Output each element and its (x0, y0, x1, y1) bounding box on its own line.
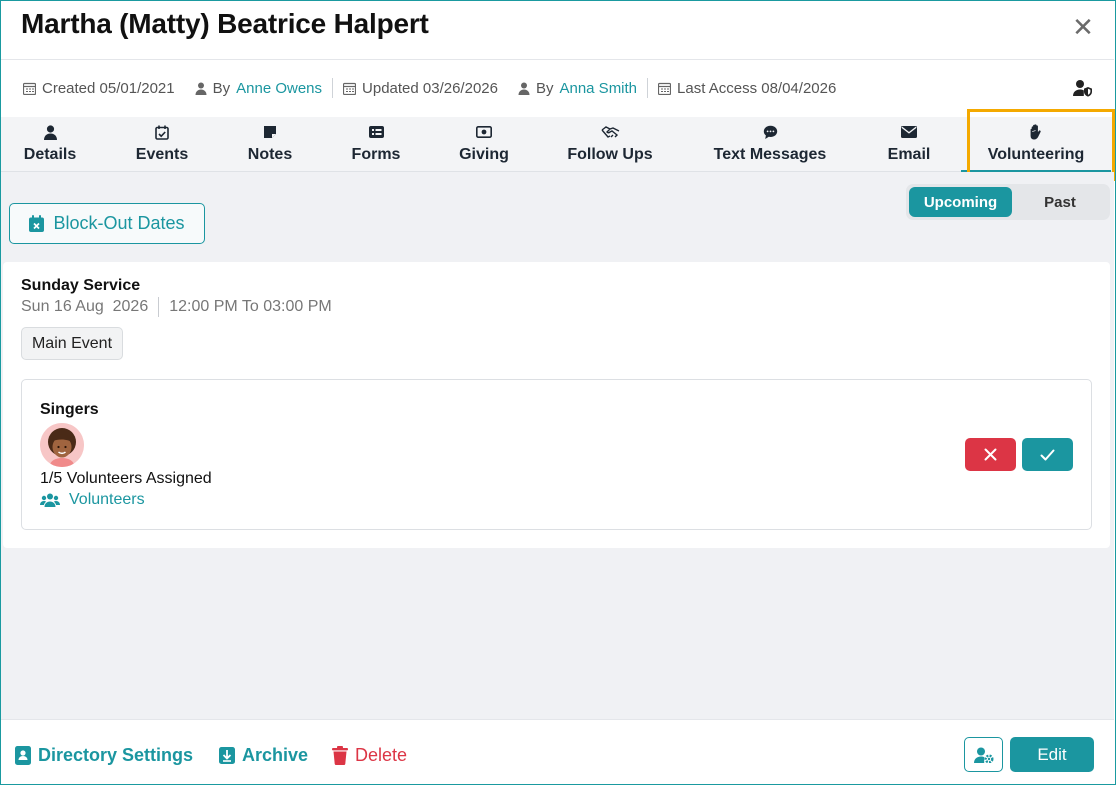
calendar-check-icon (155, 125, 169, 140)
calendar-icon (658, 82, 672, 95)
user-icon (195, 82, 207, 95)
upcoming-past-toggle: Upcoming Past (906, 184, 1110, 220)
decline-button[interactable] (965, 438, 1016, 471)
block-out-dates-button[interactable]: Block-Out Dates (9, 203, 205, 244)
tab-label: Events (135, 146, 189, 163)
updated-by-prefix: By (535, 79, 554, 97)
handshake-icon (600, 125, 619, 138)
check-icon (1040, 449, 1055, 460)
directory-settings-label: Directory Settings (38, 744, 194, 765)
tab-label: Email (887, 146, 931, 163)
tab-volunteering[interactable]: Volunteering (961, 117, 1111, 172)
calendar-icon (343, 82, 357, 95)
edit-button[interactable]: Edit (1010, 737, 1094, 772)
footer-divider (1, 719, 1114, 720)
created-info: Created 05/01/2021 (23, 80, 175, 97)
tab-bar: Details Events Notes Forms Giving Follow… (1, 117, 1114, 172)
updated-by-info: By Anna Smith (518, 80, 637, 97)
archive-label: Archive (242, 744, 309, 765)
block-out-dates-label: Block-Out Dates (53, 213, 185, 233)
event-time: 12:00 PM To 03:00 PM (169, 298, 332, 315)
tab-label: Forms (351, 146, 401, 163)
updated-date: Updated 03/26/2026 (362, 79, 498, 97)
volunteers-assigned-count: 1/5 Volunteers Assigned (40, 470, 212, 487)
user-icon (518, 82, 530, 95)
header-divider (1, 59, 1114, 60)
user-shield-icon[interactable] (1073, 79, 1093, 97)
last-access-info: Last Access 08/04/2026 (658, 80, 836, 97)
event-title: Sunday Service (21, 277, 141, 294)
tab-label: Details (23, 146, 77, 163)
form-list-icon (368, 126, 384, 138)
created-by-link[interactable]: Anne Owens (236, 80, 322, 97)
calendar-icon (23, 82, 36, 95)
role-card (21, 379, 1092, 530)
tab-events[interactable]: Events (121, 117, 203, 172)
last-access-date: Last Access 08/04/2026 (677, 79, 837, 97)
avatar[interactable] (40, 423, 84, 467)
directory-settings-button[interactable]: Directory Settings (15, 744, 193, 766)
event-type-badge: Main Event (21, 327, 123, 360)
tab-follow-ups[interactable]: Follow Ups (561, 117, 659, 172)
tab-forms[interactable]: Forms (337, 117, 415, 172)
volunteers-link[interactable]: Volunteers (40, 491, 145, 509)
users-icon (40, 493, 60, 507)
tab-label: Notes (247, 146, 293, 163)
delete-button[interactable]: Delete (332, 744, 407, 766)
close-button[interactable]: ✕ (1068, 12, 1098, 42)
meta-divider (647, 78, 649, 98)
chat-bubble-icon (763, 125, 777, 139)
tab-label: Follow Ups (567, 146, 653, 163)
page-title: Martha (Matty) Beatrice Halpert (21, 8, 429, 39)
schedule-divider (158, 297, 160, 317)
event-schedule: Sun 16 Aug 2026 12:00 PM To 03:00 PM (21, 297, 332, 317)
user-gear-icon (973, 747, 993, 763)
archive-button[interactable]: Archive (219, 744, 308, 766)
record-meta: Created 05/01/2021 By Anne Owens Updated… (23, 78, 836, 98)
upcoming-toggle-button[interactable]: Upcoming (909, 187, 1012, 217)
envelope-icon (901, 126, 917, 138)
past-toggle-button[interactable]: Past (1012, 187, 1108, 217)
tab-label: Text Messages (713, 146, 827, 163)
created-by-prefix: By (212, 79, 231, 97)
event-date: Sun 16 Aug 2026 (21, 298, 149, 315)
tab-label: Volunteering (987, 146, 1085, 163)
volunteer-avatar-image (40, 423, 84, 467)
user-icon (43, 124, 57, 140)
tab-giving[interactable]: Giving (445, 117, 523, 172)
archive-download-icon (219, 746, 235, 764)
updated-by-link[interactable]: Anna Smith (559, 80, 637, 97)
sticky-note-icon (264, 126, 276, 138)
tab-text-messages[interactable]: Text Messages (707, 117, 833, 172)
calendar-x-icon (29, 215, 45, 232)
close-icon (984, 448, 997, 461)
trash-icon (332, 745, 348, 765)
meta-divider (332, 78, 334, 98)
tab-notes[interactable]: Notes (231, 117, 309, 172)
tab-email[interactable]: Email (873, 117, 945, 172)
address-book-icon (15, 745, 31, 765)
role-name: Singers (40, 401, 99, 418)
tab-label: Giving (459, 146, 509, 163)
money-bill-icon (476, 126, 492, 138)
delete-label: Delete (355, 744, 408, 765)
tab-details[interactable]: Details (7, 117, 93, 172)
hand-icon (1030, 124, 1041, 140)
volunteers-link-label: Volunteers (69, 491, 145, 508)
user-settings-button[interactable] (964, 737, 1003, 772)
accept-button[interactable] (1022, 438, 1073, 471)
created-by-info: By Anne Owens (195, 80, 322, 97)
updated-info: Updated 03/26/2026 (343, 80, 498, 97)
created-date: Created 05/01/2021 (42, 79, 175, 97)
